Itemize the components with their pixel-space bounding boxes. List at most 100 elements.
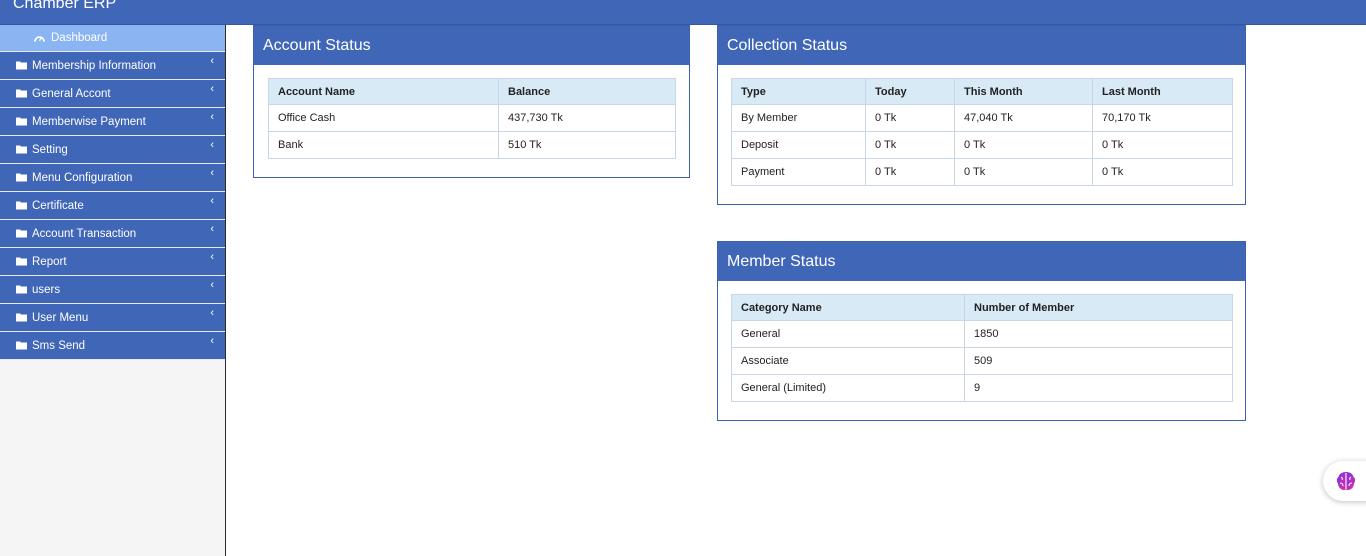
brain-icon [1336, 472, 1356, 490]
table-cell: Payment [731, 158, 866, 186]
sidebar-item-setting[interactable]: Setting ‹ [0, 136, 225, 164]
sidebar-item-label: Sms Send [32, 340, 86, 352]
sidebar-item-label: General Accont [32, 88, 111, 100]
table-cell: 0 Tk [865, 131, 955, 159]
sidebar-item-general-accont[interactable]: General Accont ‹ [0, 80, 225, 108]
table-cell: Deposit [731, 131, 866, 159]
column-header: Number of Member [964, 294, 1233, 321]
table-row: Bank 510 Tk [268, 131, 676, 159]
sidebar-item-label: Certificate [32, 200, 84, 212]
sidebar-item-membership-information[interactable]: Membership Information ‹ [0, 52, 225, 80]
table-cell: 0 Tk [954, 158, 1093, 186]
panel-title: Collection Status [718, 26, 1245, 65]
column-header: Account Name [268, 78, 499, 105]
folder-icon [16, 117, 27, 126]
folder-icon [16, 313, 27, 322]
sidebar-item-account-transaction[interactable]: Account Transaction ‹ [0, 220, 225, 248]
sidebar-item-user-menu[interactable]: User Menu ‹ [0, 304, 225, 332]
table-cell: 0 Tk [865, 104, 955, 132]
account-status-table: Account Name Balance Office Cash 437,730… [268, 78, 676, 159]
table-row: Payment 0 Tk 0 Tk 0 Tk [731, 158, 1233, 186]
table-cell: 9 [964, 374, 1233, 402]
table-row: Deposit 0 Tk 0 Tk 0 Tk [731, 131, 1233, 159]
chevron-left-icon: ‹ [210, 111, 214, 123]
sidebar-item-memberwise-payment[interactable]: Memberwise Payment ‹ [0, 108, 225, 136]
chevron-left-icon: ‹ [210, 83, 214, 95]
chevron-left-icon: ‹ [210, 139, 214, 151]
column-header: Category Name [731, 294, 965, 321]
table-cell: 0 Tk [865, 158, 955, 186]
sidebar-item-label: Menu Configuration [32, 172, 133, 184]
table-header-row: Type Today This Month Last Month [731, 78, 1233, 105]
table-cell: 0 Tk [1092, 158, 1233, 186]
folder-icon [16, 61, 27, 70]
table-cell: 509 [964, 347, 1233, 375]
folder-icon [16, 285, 27, 294]
table-header-row: Category Name Number of Member [731, 294, 1233, 321]
sidebar-item-certificate[interactable]: Certificate ‹ [0, 192, 225, 220]
table-row: General (Limited) 9 [731, 374, 1233, 402]
table-header-row: Account Name Balance [268, 78, 676, 105]
table-cell: Bank [268, 131, 499, 159]
assistant-button[interactable] [1323, 461, 1366, 501]
dashboard-icon [34, 36, 45, 42]
column-header: This Month [954, 78, 1093, 105]
table-cell: General [731, 320, 965, 348]
sidebar-item-label: users [32, 284, 61, 296]
table-cell: Associate [731, 347, 965, 375]
table-cell: Office Cash [268, 104, 499, 132]
table-cell: 1850 [964, 320, 1233, 348]
folder-icon [16, 145, 27, 154]
collection-status-panel: Collection Status Type Today This Month … [717, 25, 1246, 205]
chevron-left-icon: ‹ [210, 251, 214, 263]
account-status-panel: Account Status Account Name Balance Offi… [253, 25, 690, 178]
folder-icon [16, 201, 27, 210]
table-cell: General (Limited) [731, 374, 965, 402]
column-header: Type [731, 78, 866, 105]
sidebar-item-users[interactable]: users ‹ [0, 276, 225, 304]
chevron-left-icon: ‹ [210, 335, 214, 347]
table-row: General 1850 [731, 320, 1233, 348]
panel-title: Member Status [718, 242, 1245, 281]
chevron-left-icon: ‹ [210, 307, 214, 319]
table-cell: 510 Tk [498, 131, 676, 159]
sidebar-item-label: Report [32, 256, 67, 268]
column-header: Today [865, 78, 955, 105]
member-status-panel: Member Status Category Name Number of Me… [717, 241, 1246, 421]
sidebar-item-label: Setting [32, 144, 68, 156]
folder-icon [16, 173, 27, 182]
chevron-left-icon: ‹ [210, 223, 214, 235]
table-cell: 47,040 Tk [954, 104, 1093, 132]
top-bar: Chamber ERP [0, 0, 1366, 25]
sidebar-item-dashboard[interactable]: Dashboard [0, 25, 225, 52]
sidebar: Dashboard Membership Information ‹ Gener… [0, 25, 226, 556]
table-cell: 70,170 Tk [1092, 104, 1233, 132]
chevron-left-icon: ‹ [210, 167, 214, 179]
sidebar-item-menu-configuration[interactable]: Menu Configuration ‹ [0, 164, 225, 192]
sidebar-item-label: Membership Information [32, 60, 156, 72]
table-row: By Member 0 Tk 47,040 Tk 70,170 Tk [731, 104, 1233, 132]
table-cell: By Member [731, 104, 866, 132]
sidebar-item-label: User Menu [32, 312, 89, 324]
chevron-left-icon: ‹ [210, 55, 214, 67]
app-title[interactable]: Chamber ERP [13, 0, 116, 14]
sidebar-item-label: Dashboard [51, 32, 108, 44]
chevron-left-icon: ‹ [210, 195, 214, 207]
folder-icon [16, 229, 27, 238]
panel-title: Account Status [254, 26, 689, 65]
table-row: Office Cash 437,730 Tk [268, 104, 676, 132]
table-row: Associate 509 [731, 347, 1233, 375]
folder-icon [16, 341, 27, 350]
table-cell: 0 Tk [1092, 131, 1233, 159]
sidebar-item-report[interactable]: Report ‹ [0, 248, 225, 276]
table-cell: 437,730 Tk [498, 104, 676, 132]
collection-status-table: Type Today This Month Last Month By Memb… [731, 78, 1233, 186]
table-cell: 0 Tk [954, 131, 1093, 159]
folder-icon [16, 257, 27, 266]
column-header: Balance [498, 78, 676, 105]
member-status-table: Category Name Number of Member General 1… [731, 294, 1233, 402]
folder-icon [16, 89, 27, 98]
sidebar-item-label: Account Transaction [32, 228, 137, 240]
sidebar-item-sms-send[interactable]: Sms Send ‹ [0, 332, 225, 360]
sidebar-item-label: Memberwise Payment [32, 116, 146, 128]
